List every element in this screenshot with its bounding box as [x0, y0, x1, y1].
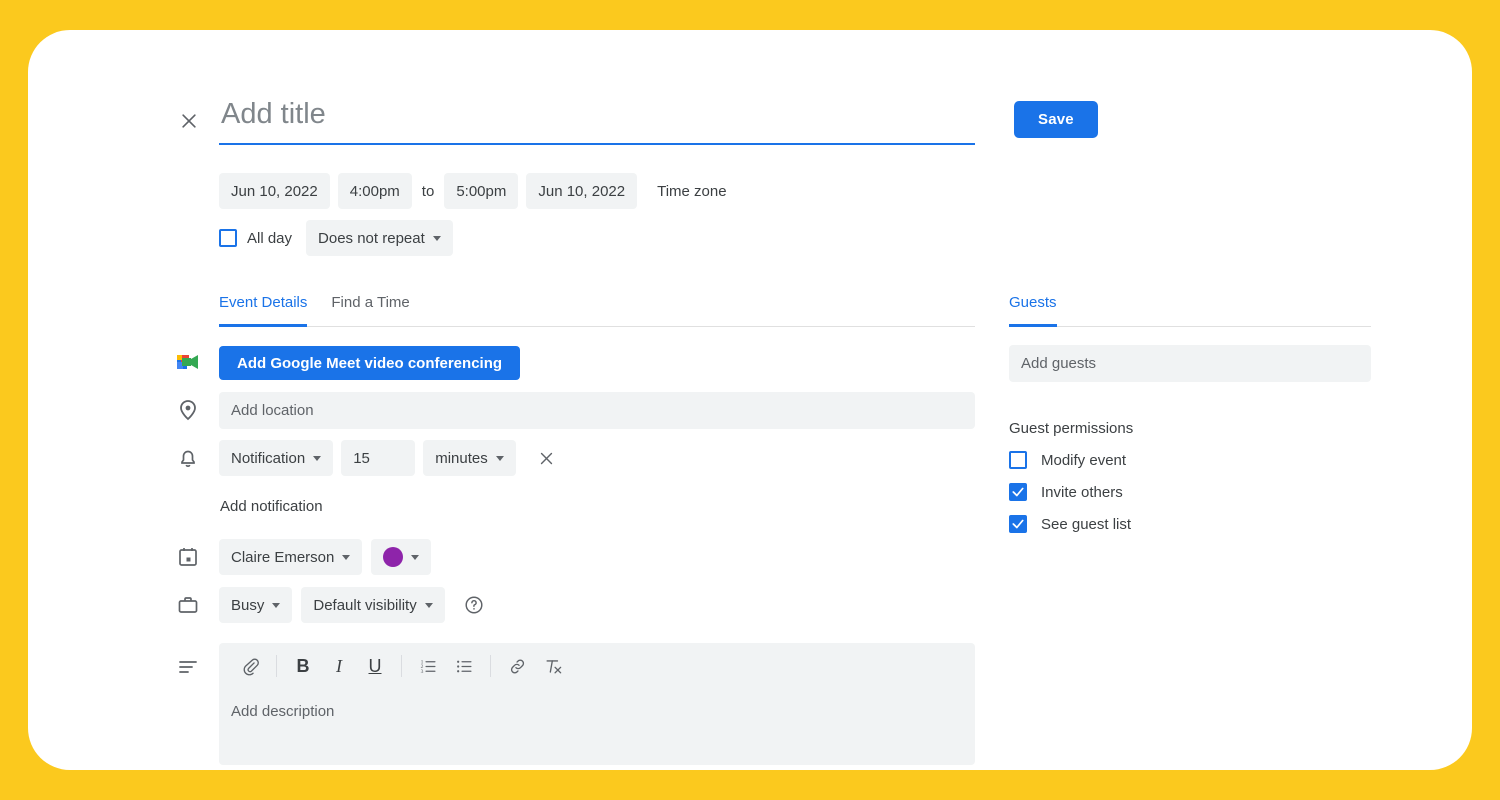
see-guest-list-checkbox[interactable]: [1009, 515, 1027, 533]
tab-event-details[interactable]: Event Details: [219, 294, 308, 327]
availability-label: Busy: [231, 596, 265, 614]
attach-icon[interactable]: [233, 649, 267, 683]
notification-type-label: Notification: [231, 449, 306, 467]
repeat-label: Does not repeat: [318, 229, 425, 247]
end-time-chip[interactable]: 5:00pm: [444, 173, 519, 209]
event-title-input[interactable]: [219, 98, 975, 143]
add-notification-button[interactable]: Add notification: [220, 498, 323, 515]
add-guests-input[interactable]: [1009, 345, 1371, 382]
close-icon[interactable]: [174, 106, 204, 136]
start-time-chip[interactable]: 4:00pm: [337, 173, 412, 209]
detail-tabs: Event Details Find a Time: [219, 294, 975, 327]
to-label: to: [421, 182, 435, 200]
permission-modify-event[interactable]: Modify event: [1009, 451, 1131, 469]
all-day-checkbox[interactable]: [219, 229, 237, 247]
guest-permissions-list: Modify event Invite others See guest lis…: [1009, 451, 1131, 533]
description-toolbar: B I U 1 2 3: [219, 643, 975, 689]
notification-amount-input[interactable]: [341, 440, 416, 476]
italic-icon[interactable]: I: [322, 649, 356, 683]
availability-row: Busy Default visibility: [219, 587, 485, 623]
toolbar-divider: [490, 655, 491, 677]
location-input[interactable]: [219, 392, 975, 429]
notification-unit-label: minutes: [435, 449, 488, 467]
save-button[interactable]: Save: [1014, 101, 1098, 138]
chevron-down-icon: [432, 235, 441, 241]
screenshot-frame: Save Jun 10, 2022 4:00pm to 5:00pm Jun 1…: [0, 0, 1500, 800]
permission-label: Modify event: [1041, 451, 1127, 469]
event-editor-card: Save Jun 10, 2022 4:00pm to 5:00pm Jun 1…: [28, 30, 1472, 770]
availability-dropdown[interactable]: Busy: [219, 587, 293, 623]
description-input[interactable]: Add description: [219, 689, 975, 720]
remove-formatting-icon[interactable]: [536, 649, 570, 683]
chevron-down-icon: [495, 455, 504, 461]
google-meet-icon: [175, 351, 201, 373]
chevron-down-icon: [313, 455, 322, 461]
visibility-dropdown[interactable]: Default visibility: [301, 587, 445, 623]
guests-tabs: Guests: [1009, 294, 1371, 327]
link-icon[interactable]: [500, 649, 534, 683]
svg-text:3: 3: [420, 668, 423, 674]
permission-label: See guest list: [1041, 515, 1132, 533]
start-date-chip[interactable]: Jun 10, 2022: [219, 173, 330, 209]
help-circle-icon[interactable]: [463, 594, 485, 616]
briefcase-icon: [176, 593, 200, 617]
schedule-row: Jun 10, 2022 4:00pm to 5:00pm Jun 10, 20…: [219, 173, 727, 209]
all-day-label: All day: [247, 229, 293, 247]
bulleted-list-icon[interactable]: [447, 649, 481, 683]
time-zone-button[interactable]: Time zone: [657, 183, 726, 200]
modify-event-checkbox[interactable]: [1009, 451, 1027, 469]
calendar-row: Claire Emerson: [219, 539, 432, 575]
calendar-owner-dropdown[interactable]: Claire Emerson: [219, 539, 363, 575]
underline-icon[interactable]: U: [358, 649, 392, 683]
guest-permissions-title: Guest permissions: [1009, 420, 1134, 437]
permission-see-guest-list[interactable]: See guest list: [1009, 515, 1131, 533]
bold-icon[interactable]: B: [286, 649, 320, 683]
numbered-list-icon[interactable]: 1 2 3: [411, 649, 445, 683]
notification-row: Notification minutes: [219, 440, 560, 476]
notes-icon: [176, 655, 200, 679]
title-underline: [219, 143, 975, 145]
all-day-row: All day Does not repeat: [219, 220, 453, 256]
event-color-swatch: [383, 547, 404, 567]
visibility-label: Default visibility: [313, 596, 417, 614]
bell-icon: [176, 446, 200, 470]
repeat-dropdown[interactable]: Does not repeat: [306, 220, 453, 256]
tab-find-a-time[interactable]: Find a Time: [331, 294, 409, 327]
chevron-down-icon: [411, 554, 420, 560]
description-box: B I U 1 2 3 Add description: [219, 643, 975, 765]
chevron-down-icon: [272, 602, 281, 608]
location-pin-icon: [176, 398, 200, 422]
remove-notification-button[interactable]: [534, 445, 560, 471]
chevron-down-icon: [424, 602, 433, 608]
permission-invite-others[interactable]: Invite others: [1009, 483, 1131, 501]
chevron-down-icon: [342, 554, 351, 560]
event-title-group: [219, 98, 975, 145]
end-date-chip[interactable]: Jun 10, 2022: [526, 173, 638, 209]
toolbar-divider: [401, 655, 402, 677]
invite-others-checkbox[interactable]: [1009, 483, 1027, 501]
add-google-meet-button[interactable]: Add Google Meet video conferencing: [219, 346, 521, 380]
calendar-owner-label: Claire Emerson: [231, 548, 335, 566]
event-color-dropdown[interactable]: [371, 539, 432, 575]
notification-type-dropdown[interactable]: Notification: [219, 440, 334, 476]
permission-label: Invite others: [1041, 483, 1123, 501]
tab-guests[interactable]: Guests: [1009, 294, 1057, 327]
notification-unit-dropdown[interactable]: minutes: [423, 440, 516, 476]
toolbar-divider: [276, 655, 277, 677]
calendar-icon: [176, 545, 200, 569]
